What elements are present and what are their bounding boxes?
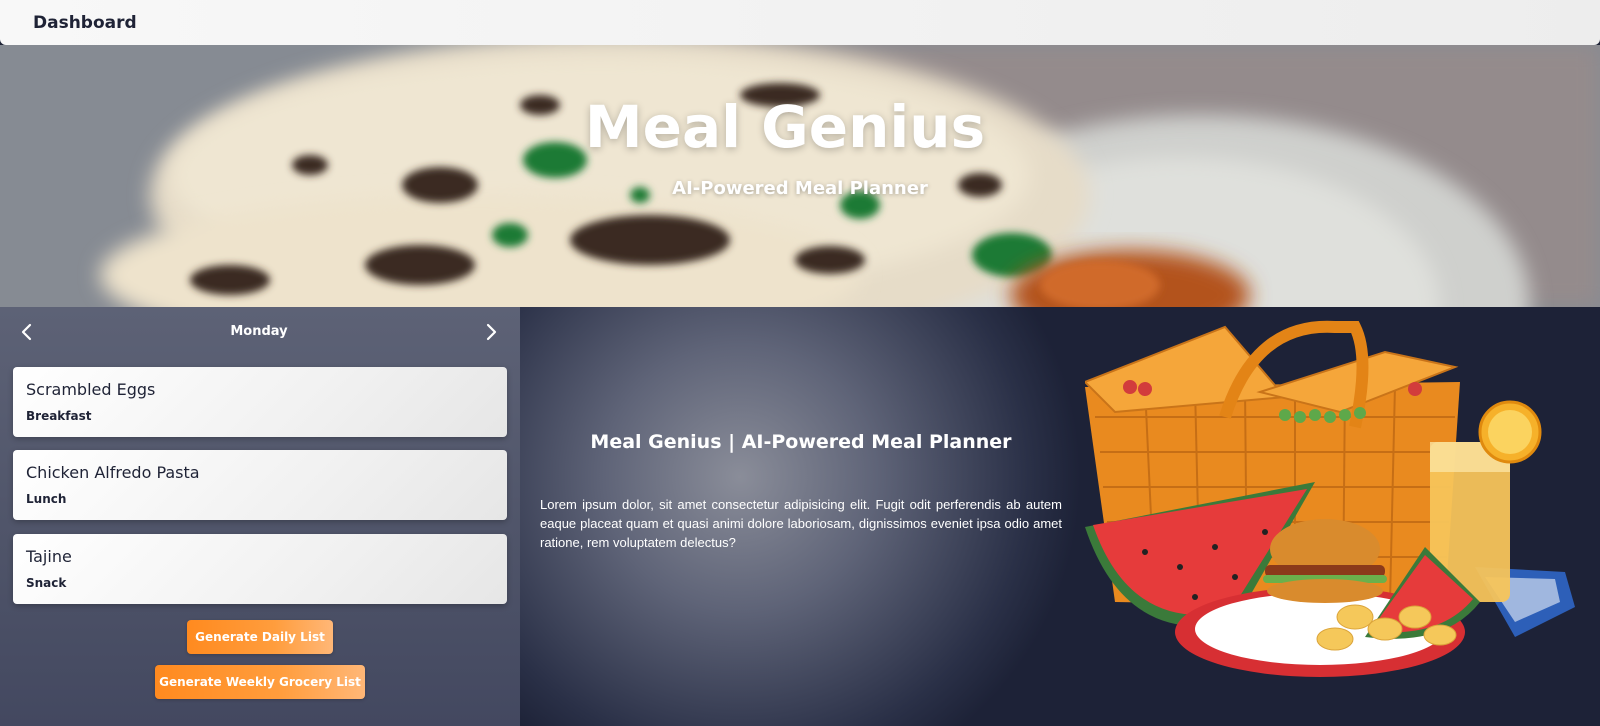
meal-card-breakfast[interactable]: Scrambled Eggs Breakfast: [13, 367, 507, 437]
hero-food-photo: [0, 45, 1600, 307]
generate-weekly-grocery-list-button[interactable]: Generate Weekly Grocery List: [155, 665, 365, 699]
generate-daily-list-button[interactable]: Generate Daily List: [187, 620, 333, 654]
chevron-right-icon[interactable]: [480, 321, 502, 343]
main-section: Monday Scrambled Eggs Breakfast Chicken …: [0, 307, 1600, 726]
info-title: Meal Genius | AI-Powered Meal Planner: [590, 431, 1012, 453]
meal-type: Lunch: [26, 492, 67, 506]
hero-subtitle: AI-Powered Meal Planner: [672, 178, 928, 199]
meal-type: Breakfast: [26, 409, 92, 423]
meal-card-lunch[interactable]: Chicken Alfredo Pasta Lunch: [13, 450, 507, 520]
day-label: Monday: [230, 324, 288, 339]
hero-title: Meal Genius: [584, 93, 986, 161]
meal-name: Tajine: [26, 547, 72, 566]
day-navigator: Monday: [12, 317, 506, 347]
top-navbar: Dashboard: [0, 0, 1600, 45]
meal-name: Scrambled Eggs: [26, 380, 156, 399]
info-panel: Meal Genius | AI-Powered Meal Planner Lo…: [540, 307, 1062, 726]
hero-banner: Meal Genius AI-Powered Meal Planner: [0, 45, 1600, 307]
meal-name: Chicken Alfredo Pasta: [26, 463, 200, 482]
info-description: Lorem ipsum dolor, sit amet consectetur …: [540, 497, 1062, 550]
meal-card-snack[interactable]: Tajine Snack: [13, 534, 507, 604]
meal-type: Snack: [26, 576, 67, 590]
dashboard-link[interactable]: Dashboard: [33, 13, 137, 33]
picnic-basket-illustration: [1085, 320, 1575, 677]
